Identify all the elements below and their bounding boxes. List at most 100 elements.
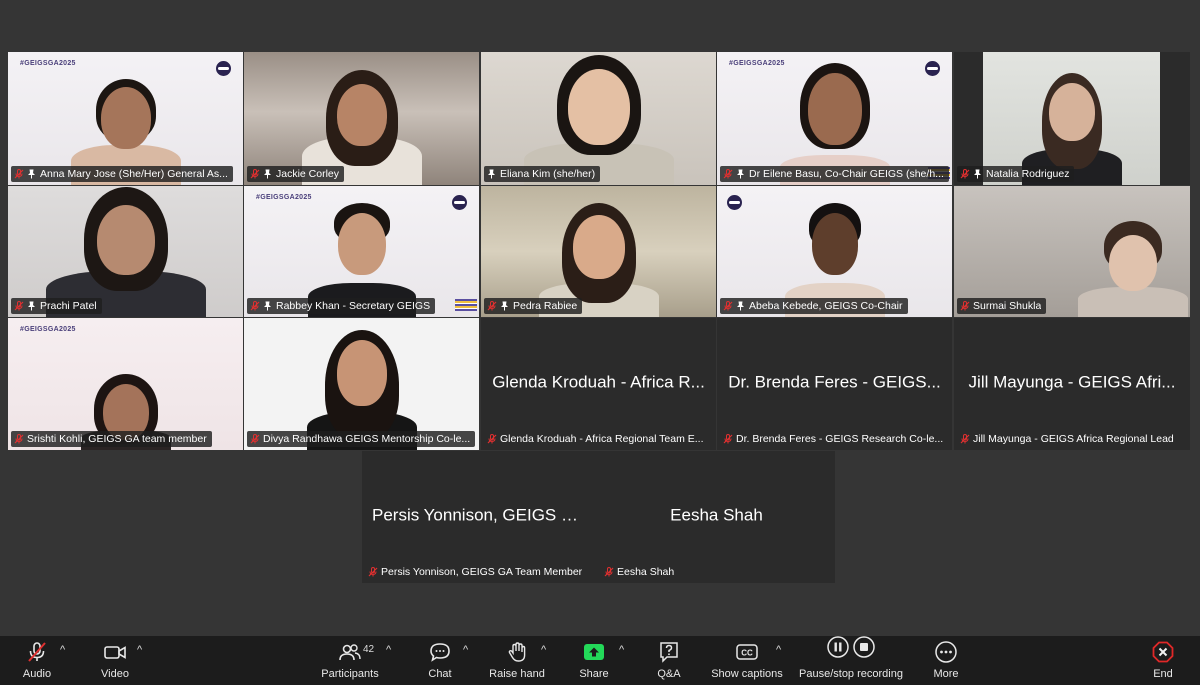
muted-mic-icon [14, 301, 24, 311]
video-tile[interactable]: Prachi Patel [8, 186, 243, 317]
share-screen-icon [584, 644, 604, 660]
participant-video [1078, 221, 1189, 317]
participant-name: Jackie Corley [276, 168, 340, 180]
muted-mic-icon [368, 567, 378, 577]
participant-name: Dr Eilene Basu, Co-Chair GEIGS (she/h... [749, 168, 944, 180]
video-tile[interactable]: #GEIGSGA2025 Rabbey Khan - Secretary GEI… [244, 186, 479, 317]
video-tile[interactable]: #GEIGSGA2025 Srishti Kohli, GEIGS GA tea… [8, 318, 243, 450]
video-tile[interactable]: Surmai Shukla [954, 186, 1190, 317]
name-only-tile[interactable]: Jill Mayunga - GEIGS Afri... Jill Mayung… [954, 318, 1190, 450]
participants-label: Participants [321, 668, 379, 680]
muted-mic-icon [14, 169, 24, 179]
participant-name-tag: Prachi Patel [11, 298, 102, 314]
video-tile[interactable]: Divya Randhawa GEIGS Mentorship Co-le... [244, 318, 479, 450]
video-tile[interactable]: Pedra Rabiee [481, 186, 716, 317]
pin-icon [27, 301, 36, 311]
pin-icon [500, 301, 509, 311]
participant-name: Divya Randhawa GEIGS Mentorship Co-le... [263, 433, 471, 445]
captions-label: Show captions [711, 668, 783, 680]
muted-mic-icon [250, 301, 260, 311]
event-hashtag: #GEIGSGA2025 [20, 326, 76, 333]
participant-name: Eliana Kim (she/her) [500, 168, 596, 180]
participant-display-name: Persis Yonnison, GEIGS G... [372, 505, 589, 525]
video-tile[interactable]: #GEIGSGA2025 Dr Eilene Basu, Co-Chair GE… [717, 52, 952, 185]
event-logo [925, 61, 940, 76]
banner-stripes [455, 299, 477, 311]
pin-icon [263, 301, 272, 311]
participant-name-tag: Surmai Shukla [957, 298, 1047, 314]
participant-name-tag: Dr Eilene Basu, Co-Chair GEIGS (she/h... [720, 166, 949, 182]
participant-name: Persis Yonnison, GEIGS GA Team Member [381, 566, 583, 578]
participant-name: Pedra Rabiee [513, 300, 578, 312]
qa-icon [660, 642, 678, 663]
recording-label: Pause/stop recording [799, 668, 903, 680]
audio-options-chevron-icon[interactable]: ^ [60, 644, 65, 656]
participant-name: Natalia Rodriguez [986, 168, 1070, 180]
name-only-tile[interactable]: Glenda Kroduah - Africa R... Glenda Krod… [481, 318, 716, 450]
participant-name: Prachi Patel [40, 300, 97, 312]
muted-mic-icon [487, 434, 497, 444]
more-label: More [933, 668, 959, 680]
participant-name: Jill Mayunga - GEIGS Africa Regional Lea… [973, 433, 1174, 445]
participant-name: Surmai Shukla [973, 300, 1042, 312]
pause-icon[interactable] [827, 636, 849, 658]
share-button[interactable]: Share [574, 636, 614, 685]
more-button[interactable]: More [926, 636, 966, 685]
participant-name-tag: Natalia Rodriguez [957, 166, 1075, 182]
participant-name: Dr. Brenda Feres - GEIGS Research Co-le.… [736, 433, 944, 445]
participant-name-tag: Anna Mary Jose (She/Her) General As... [11, 166, 233, 182]
video-button[interactable]: Video [92, 636, 138, 685]
raise-hand-label: Raise hand [489, 668, 545, 680]
participant-display-name: Jill Mayunga - GEIGS Afri... [968, 372, 1176, 392]
raise-hand-button[interactable]: Raise hand [486, 636, 548, 685]
captions-options-chevron-icon[interactable]: ^ [776, 644, 781, 656]
participant-name: Anna Mary Jose (She/Her) General As... [40, 168, 228, 180]
name-only-tile[interactable]: Eesha Shah Eesha Shah [598, 451, 835, 583]
video-tile[interactable]: Abeba Kebede, GEIGS Co-Chair [717, 186, 952, 317]
share-options-chevron-icon[interactable]: ^ [619, 644, 624, 656]
muted-mic-icon [250, 169, 260, 179]
video-options-chevron-icon[interactable]: ^ [137, 644, 142, 656]
video-tile[interactable]: #GEIGSGA2025 Anna Mary Jose (She/Her) Ge… [8, 52, 243, 185]
participant-name-tag: Eesha Shah [601, 564, 679, 580]
video-tile[interactable]: Natalia Rodriguez [954, 52, 1190, 185]
video-tile[interactable]: Jackie Corley [244, 52, 479, 185]
audio-button[interactable]: Audio [14, 636, 60, 685]
name-only-tile[interactable]: Dr. Brenda Feres - GEIGS... Dr. Brenda F… [717, 318, 952, 450]
end-meeting-button[interactable]: End [1143, 636, 1183, 685]
video-label: Video [101, 668, 129, 680]
muted-mic-icon [487, 301, 497, 311]
participants-options-chevron-icon[interactable]: ^ [386, 644, 391, 656]
muted-mic-icon [960, 169, 970, 179]
pin-icon [263, 169, 272, 179]
participant-name-tag: Jill Mayunga - GEIGS Africa Regional Lea… [957, 431, 1179, 447]
chat-icon [430, 643, 450, 662]
participant-name-tag: Dr. Brenda Feres - GEIGS Research Co-le.… [720, 431, 948, 447]
chat-button[interactable]: Chat [420, 636, 460, 685]
participant-name-tag: Glenda Kroduah - Africa Regional Team E.… [484, 431, 709, 447]
meeting-toolbar: Audio ^ Video ^ Participants 42 ^ Chat ^… [0, 636, 1200, 685]
closed-captions-icon: CC [736, 644, 758, 660]
pin-icon [736, 169, 745, 179]
event-logo [727, 195, 742, 210]
pin-icon [973, 169, 982, 179]
participant-name-tag: Jackie Corley [247, 166, 345, 182]
pause-stop-recording-button[interactable]: Pause/stop recording [796, 636, 906, 685]
pin-icon [27, 169, 36, 179]
participant-name: Glenda Kroduah - Africa Regional Team E.… [500, 433, 704, 445]
video-tile-active-speaker[interactable]: Eliana Kim (she/her) [481, 52, 716, 185]
raise-hand-options-chevron-icon[interactable]: ^ [541, 644, 546, 656]
muted-mic-icon [14, 434, 24, 444]
chat-label: Chat [428, 668, 452, 680]
audio-label: Audio [22, 668, 52, 680]
participant-count: 42 [363, 644, 375, 655]
participant-name: Abeba Kebede, GEIGS Co-Chair [749, 300, 903, 312]
chat-options-chevron-icon[interactable]: ^ [463, 644, 468, 656]
participant-name: Srishti Kohli, GEIGS GA team member [27, 433, 207, 445]
muted-mic-icon [28, 642, 46, 662]
muted-mic-icon [723, 434, 733, 444]
name-only-tile[interactable]: Persis Yonnison, GEIGS G... Persis Yonni… [362, 451, 598, 583]
qa-button[interactable]: Q&A [650, 636, 688, 685]
stop-icon[interactable] [853, 636, 875, 658]
participant-name-tag: Pedra Rabiee [484, 298, 583, 314]
